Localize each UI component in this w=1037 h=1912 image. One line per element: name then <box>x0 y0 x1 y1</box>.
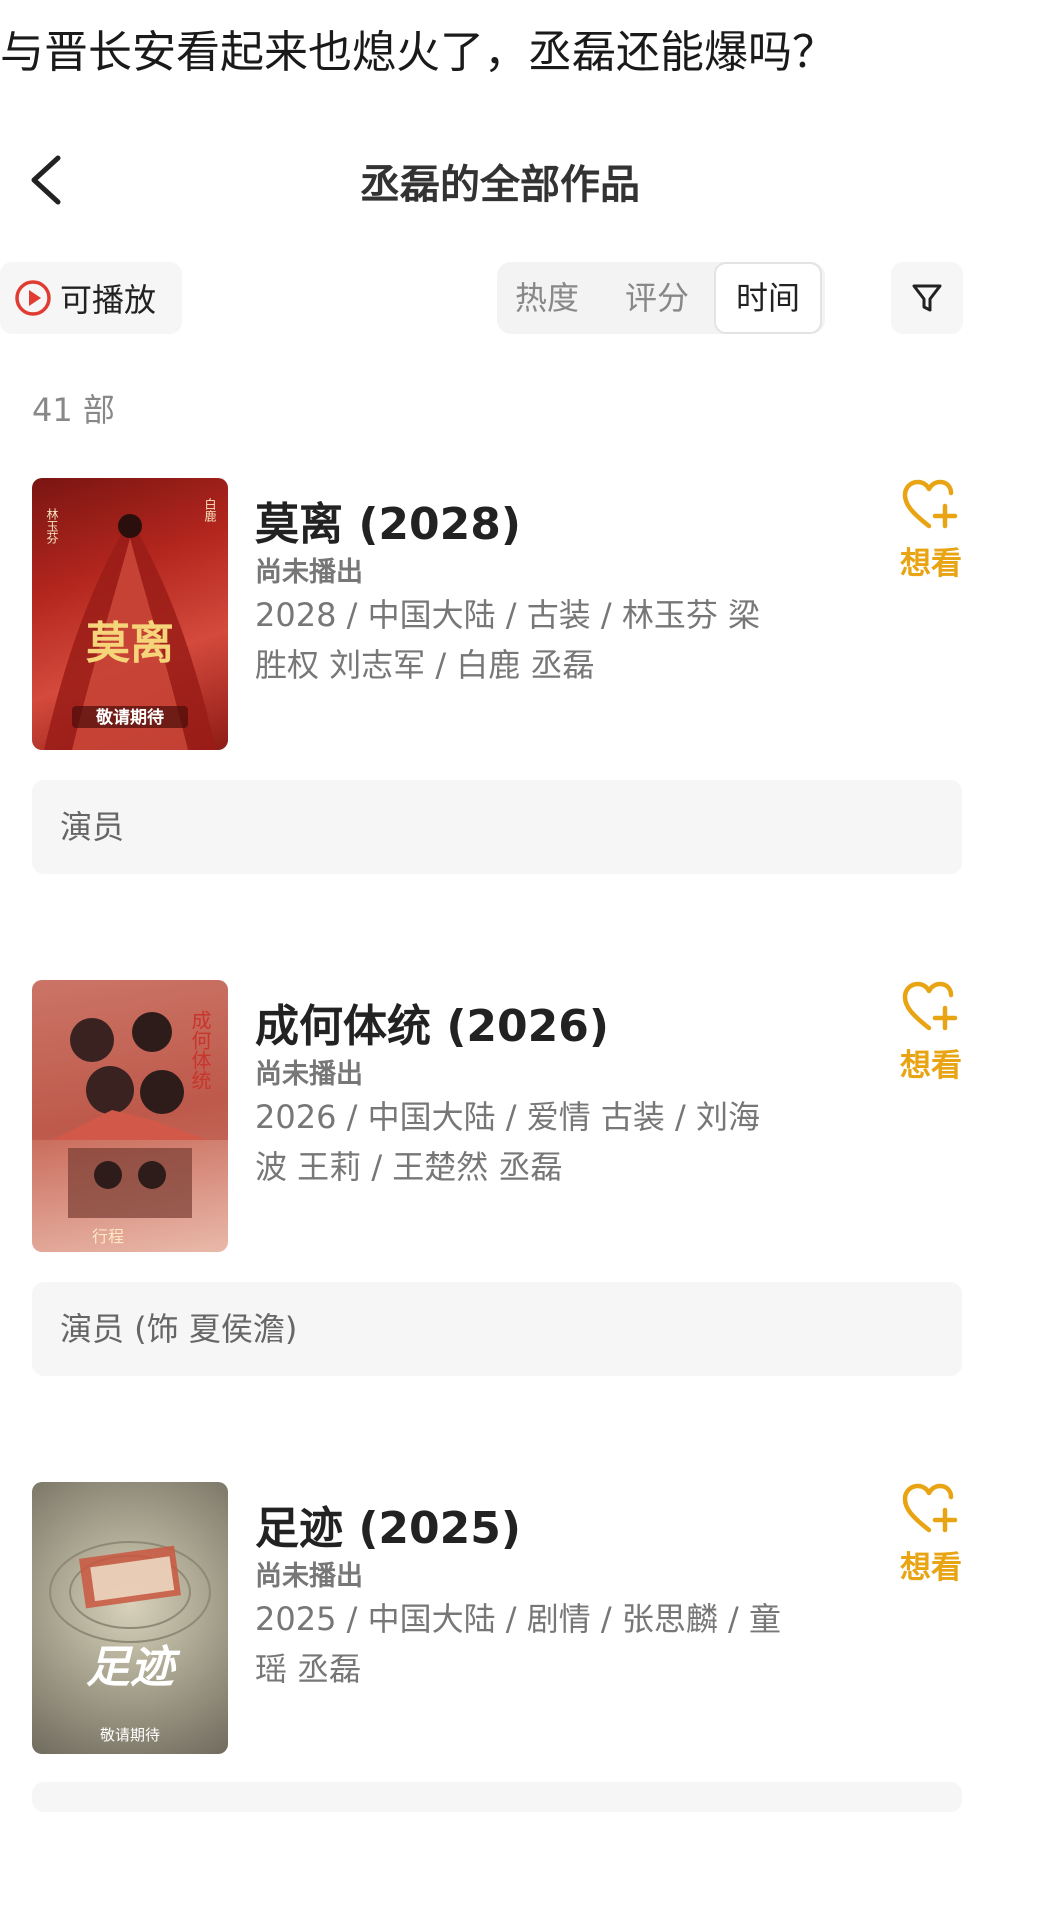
poster-image[interactable]: 成何体统 行程 <box>32 980 228 1252</box>
poster-title: 成何体统 <box>188 1010 212 1090</box>
play-circle-icon <box>15 280 51 316</box>
sort-tab-rating[interactable]: 评分 <box>607 262 707 334</box>
poster-image[interactable]: 足迹 敬请期待 <box>32 1482 228 1754</box>
playable-label: 可播放 <box>60 281 157 319</box>
poster-art: 成何体统 行程 <box>32 980 228 1246</box>
poster-credit-right: 白鹿 <box>203 497 217 522</box>
want-to-watch-button[interactable]: 想看 <box>886 478 976 583</box>
sort-tab-time[interactable]: 时间 <box>714 262 822 334</box>
works-count: 41 部 <box>32 391 115 429</box>
work-card[interactable]: 林玉芬 白鹿 莫离 敬请期待 莫离 (2028) 尚未播出 2028 / 中国大… <box>0 478 1037 908</box>
work-status: 尚未播出 <box>255 1059 363 1090</box>
poster-credit-left: 林玉芬 <box>45 508 59 545</box>
poster-footer: 敬请期待 <box>95 707 164 728</box>
work-status: 尚未播出 <box>255 557 363 588</box>
want-to-watch-button[interactable]: 想看 <box>886 980 976 1085</box>
poster-footer: 敬请期待 <box>100 1726 160 1744</box>
poster-footer: 行程 <box>92 1227 124 1246</box>
want-label: 想看 <box>900 1550 962 1586</box>
filter-button[interactable] <box>891 262 963 334</box>
post-title: 与晋长安看起来也熄火了，丞磊还能爆吗？ <box>0 27 836 78</box>
want-label: 想看 <box>900 1048 962 1084</box>
work-status: 尚未播出 <box>255 1561 363 1592</box>
poster-image[interactable]: 林玉芬 白鹿 莫离 敬请期待 <box>32 478 228 750</box>
sort-tab-hot[interactable]: 热度 <box>497 262 597 334</box>
playable-filter-button[interactable]: 可播放 <box>0 262 182 334</box>
role-bar[interactable]: 演员 (饰 夏侯澹) <box>32 1282 962 1376</box>
role-bar[interactable] <box>32 1782 962 1812</box>
poster-art: 林玉芬 白鹿 莫离 敬请期待 <box>44 497 217 750</box>
poster-title: 足迹 <box>86 1642 181 1693</box>
work-title[interactable]: 成何体统 (2026) <box>255 990 609 1054</box>
page-title: 丞磊的全部作品 <box>360 162 640 208</box>
sort-tabs: 热度 评分 时间 <box>497 262 825 334</box>
work-title[interactable]: 莫离 (2028) <box>255 488 521 552</box>
poster-title: 莫离 <box>86 618 174 669</box>
filter-row: 可播放 热度 评分 时间 <box>0 262 1037 336</box>
filter-funnel-icon <box>912 284 942 312</box>
nav-bar: 丞磊的全部作品 <box>0 130 1037 230</box>
want-label: 想看 <box>900 546 962 582</box>
want-to-watch-button[interactable]: 想看 <box>886 1482 976 1587</box>
heart-plus-icon <box>902 981 958 1031</box>
work-card[interactable]: 成何体统 行程 成何体统 (2026) 尚未播出 2026 / 中国大陆 / 爱… <box>0 980 1037 1410</box>
work-meta: 2025 / 中国大陆 / 剧情 / 张思麟 / 童瑶 丞磊 <box>255 1600 781 1688</box>
heart-plus-icon <box>902 479 958 529</box>
heart-plus-icon <box>902 1483 958 1533</box>
work-meta: 2028 / 中国大陆 / 古装 / 林玉芬 梁胜权 刘志军 / 白鹿 丞磊 <box>255 596 760 684</box>
work-meta: 2026 / 中国大陆 / 爱情 古装 / 刘海波 王莉 / 王楚然 丞磊 <box>255 1098 760 1186</box>
poster-art: 足迹 敬请期待 <box>49 1541 211 1744</box>
work-card[interactable]: 足迹 敬请期待 足迹 (2025) 尚未播出 2025 / 中国大陆 / 剧情 … <box>0 1482 1037 1912</box>
work-title[interactable]: 足迹 (2025) <box>255 1492 521 1556</box>
role-bar[interactable]: 演员 <box>32 780 962 874</box>
